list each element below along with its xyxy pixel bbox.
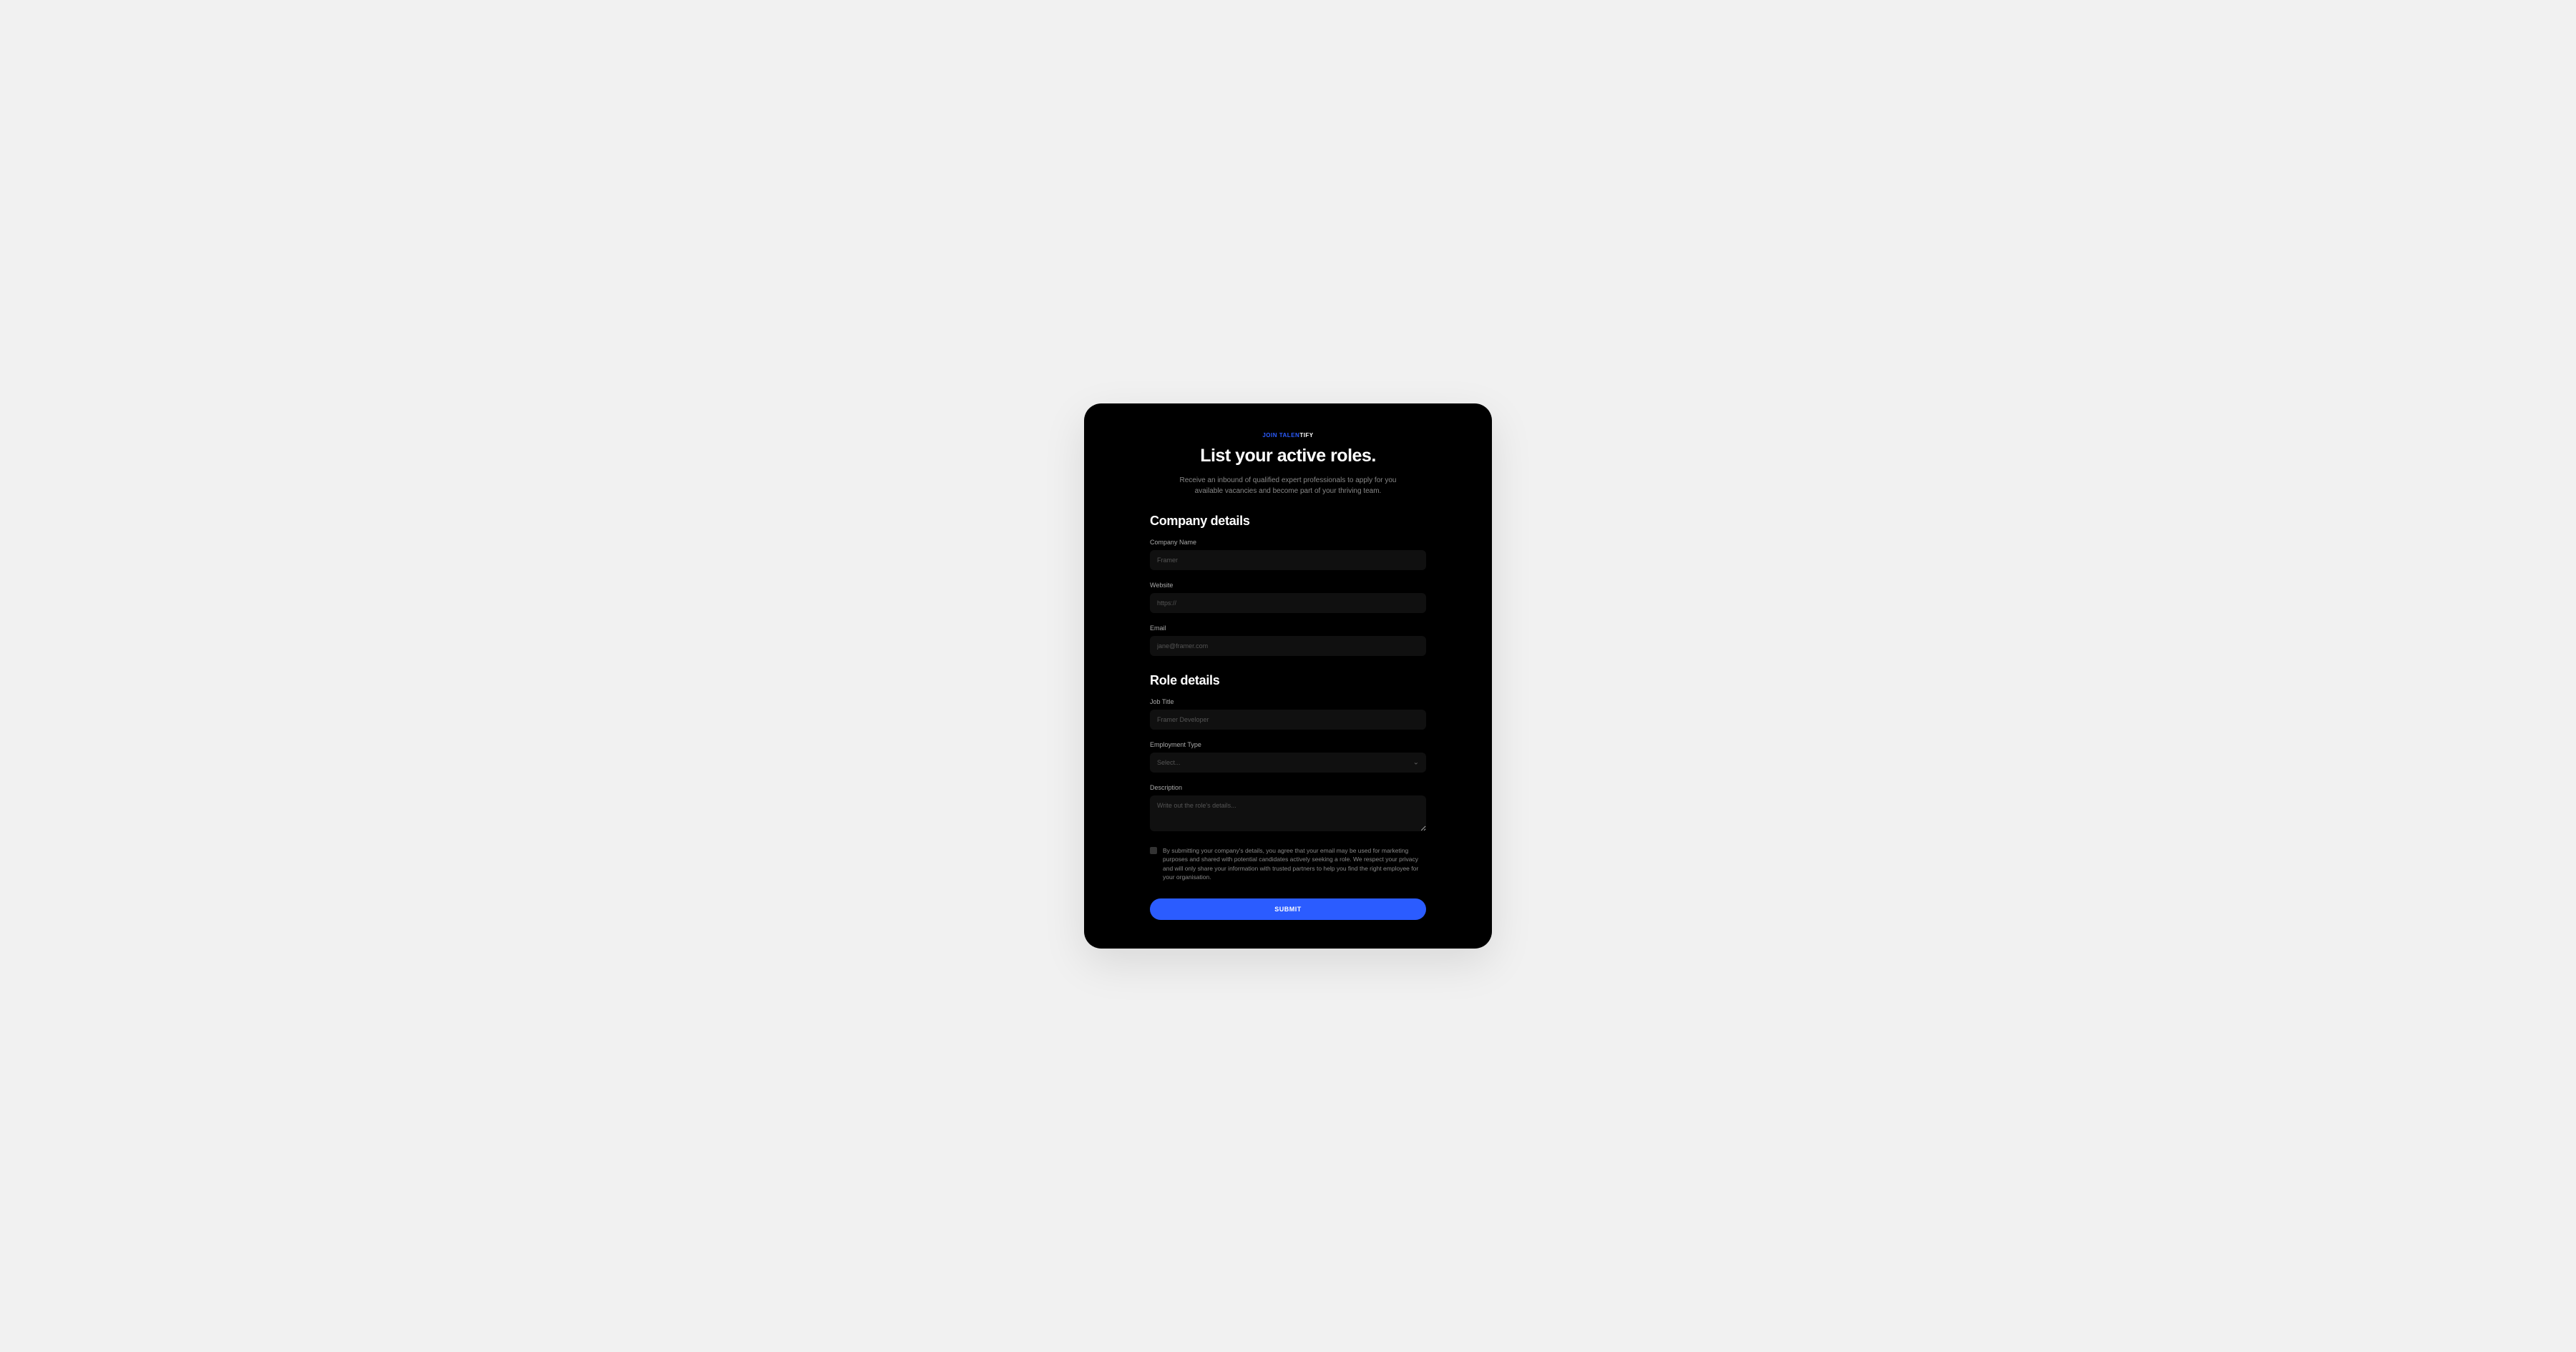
description-field: Description — [1150, 784, 1426, 835]
submit-button[interactable]: SUBMIT — [1150, 898, 1426, 920]
page-title: List your active roles. — [1150, 446, 1426, 466]
consent-row: By submitting your company's details, yo… — [1150, 846, 1426, 881]
email-field: Email — [1150, 624, 1426, 656]
page-subtitle: Receive an inbound of qualified expert p… — [1174, 475, 1402, 496]
description-label: Description — [1150, 784, 1426, 791]
eyebrow: JOIN TALENTIFY — [1150, 432, 1426, 439]
email-label: Email — [1150, 624, 1426, 632]
consent-text: By submitting your company's details, yo… — [1163, 846, 1426, 881]
employment-type-select-wrap: Select... ⌄ — [1150, 753, 1426, 773]
website-field: Website — [1150, 582, 1426, 613]
job-title-label: Job Title — [1150, 698, 1426, 705]
description-textarea[interactable] — [1150, 795, 1426, 831]
company-section-title: Company details — [1150, 514, 1426, 529]
employment-type-label: Employment Type — [1150, 741, 1426, 748]
role-section: Role details Job Title Employment Type S… — [1150, 673, 1426, 835]
form-card: JOIN TALENTIFY List your active roles. R… — [1084, 403, 1492, 949]
job-title-field: Job Title — [1150, 698, 1426, 730]
company-name-field: Company Name — [1150, 539, 1426, 570]
eyebrow-part-blue: JOIN TALEN — [1262, 432, 1299, 439]
company-name-input[interactable] — [1150, 550, 1426, 570]
consent-checkbox[interactable] — [1150, 847, 1157, 854]
job-title-input[interactable] — [1150, 710, 1426, 730]
eyebrow-part-white: TIFY — [1299, 432, 1313, 439]
website-label: Website — [1150, 582, 1426, 589]
email-input[interactable] — [1150, 636, 1426, 656]
employment-type-select[interactable]: Select... — [1150, 753, 1426, 773]
employment-type-field: Employment Type Select... ⌄ — [1150, 741, 1426, 773]
website-input[interactable] — [1150, 593, 1426, 613]
role-section-title: Role details — [1150, 673, 1426, 688]
company-name-label: Company Name — [1150, 539, 1426, 546]
